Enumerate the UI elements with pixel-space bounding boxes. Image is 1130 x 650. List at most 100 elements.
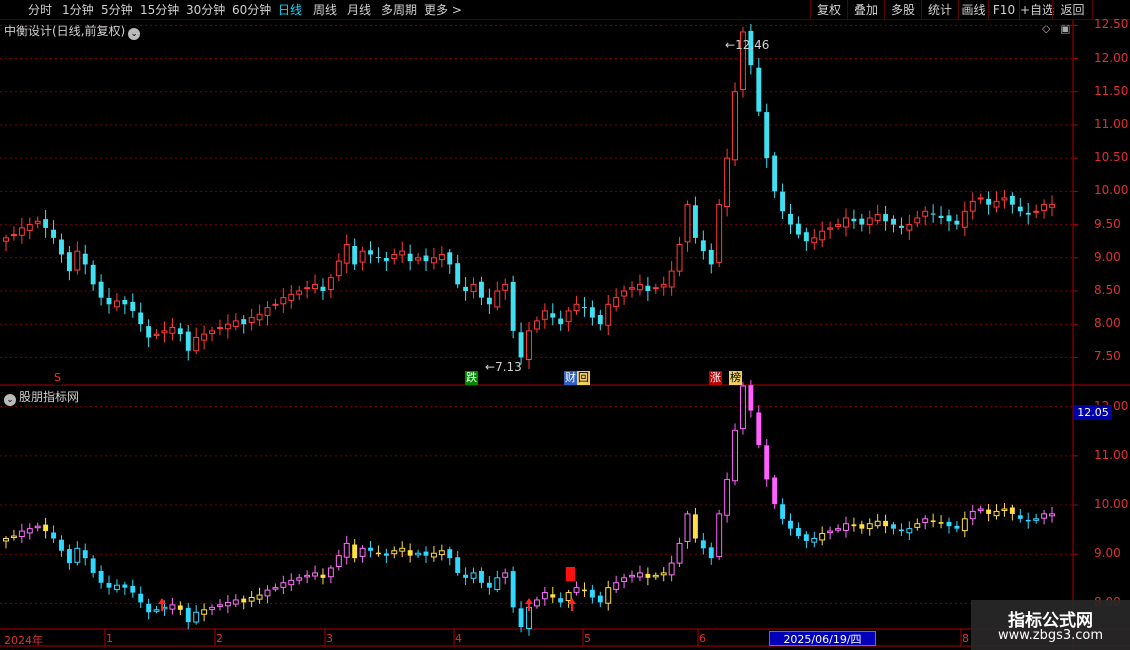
indicator-body — [463, 574, 469, 578]
indicator-body — [961, 518, 968, 532]
indicator-body — [883, 520, 889, 527]
candle-body — [859, 218, 865, 225]
candle-body — [660, 283, 667, 288]
indicator-body — [969, 510, 976, 520]
indicator-body — [565, 592, 572, 602]
indicator-body — [256, 594, 263, 600]
event-badge-fall[interactable]: 跌 — [465, 371, 478, 385]
candle-body — [986, 198, 992, 205]
main-y-tick-label: 11.50 — [1094, 83, 1129, 98]
candle-body — [629, 287, 635, 290]
indicator-body — [296, 577, 303, 581]
candle-body — [700, 240, 706, 252]
indicator-body — [930, 520, 936, 522]
event-badge-list[interactable]: 榜 — [729, 371, 742, 385]
candle-body — [232, 320, 239, 327]
indicator-body — [343, 542, 350, 558]
x-label-4: 4 — [455, 632, 462, 645]
candle-body — [66, 252, 72, 272]
candle-body — [502, 283, 509, 291]
watermark: 指标公式网 www.zbgs3.com — [971, 600, 1130, 650]
candle-body — [34, 220, 41, 224]
candle-body — [130, 301, 136, 311]
indicator-body — [312, 572, 319, 577]
candle-body — [352, 246, 358, 265]
indicator-body — [668, 562, 675, 576]
candle-body — [209, 330, 215, 335]
candle-body — [874, 214, 881, 222]
indicator-body — [486, 582, 492, 588]
indicator-body — [986, 509, 992, 514]
candle-body — [98, 281, 104, 298]
candle-body — [153, 333, 160, 336]
indicator-body — [732, 429, 738, 482]
candle-body — [455, 263, 461, 285]
indicator-body — [1041, 513, 1048, 519]
indicator-body — [391, 550, 398, 555]
x-label-5: 5 — [584, 632, 591, 645]
indicator-body — [700, 540, 706, 549]
candle-body — [74, 250, 81, 271]
event-badge-s[interactable]: S — [53, 371, 62, 385]
sub-y-tick-label: 10.00 — [1094, 497, 1129, 512]
candle-body — [819, 230, 826, 241]
indicator-body — [780, 504, 786, 519]
indicator-body — [177, 605, 183, 610]
candle-body — [954, 220, 960, 225]
chart-canvas[interactable] — [0, 0, 1130, 650]
candle-body — [1049, 204, 1055, 208]
candle-body — [780, 191, 786, 212]
indicator-body — [327, 567, 334, 578]
candle-body — [518, 332, 524, 358]
indicator-body — [613, 582, 620, 590]
indicator-body — [684, 513, 691, 542]
indicator-body — [843, 523, 849, 531]
candle-body — [185, 331, 191, 351]
candle-body — [1041, 204, 1048, 211]
main-y-tick-label: 8.50 — [1094, 283, 1121, 297]
candle-body — [1017, 206, 1023, 212]
event-badge-return[interactable]: 回 — [577, 371, 590, 385]
candle-body — [732, 91, 738, 161]
candle-body — [636, 283, 643, 291]
indicator-body — [470, 572, 477, 579]
candle-body — [708, 249, 714, 265]
indicator-body — [209, 606, 215, 610]
indicator-body — [185, 607, 191, 623]
indicator-body — [597, 595, 603, 603]
indicator-body — [652, 574, 659, 578]
candle-body — [248, 317, 255, 323]
event-badge-rise[interactable]: 涨 — [709, 371, 722, 385]
candle-body — [1025, 212, 1031, 215]
candle-body — [541, 310, 548, 320]
event-badge-finance[interactable]: 财 — [564, 371, 577, 385]
candle-body — [3, 237, 9, 242]
indicator-body — [43, 524, 49, 532]
indicator-body — [82, 550, 88, 559]
candle-body — [304, 287, 311, 290]
candle-body — [613, 297, 620, 308]
high-annotation: ←12.46 — [725, 38, 770, 52]
indicator-body — [993, 510, 1000, 517]
indicator-body — [216, 604, 223, 607]
indicator-body — [518, 608, 524, 628]
candle-body — [494, 290, 501, 308]
candle-body — [573, 303, 580, 312]
indicator-body — [3, 537, 9, 542]
main-candles — [3, 23, 1055, 370]
indicator-body — [232, 599, 239, 605]
indicator-body — [201, 609, 208, 615]
candle-body — [645, 285, 651, 292]
candle-body — [335, 260, 342, 277]
indicator-body — [764, 445, 770, 480]
candle-body — [668, 270, 675, 288]
candle-body — [59, 239, 64, 255]
indicator-body — [26, 528, 33, 534]
candle-body — [582, 306, 587, 308]
candle-body — [193, 337, 200, 352]
indicator-body — [891, 524, 896, 529]
indicator-body — [803, 534, 809, 541]
indicator-body — [455, 557, 461, 573]
indicator-body — [906, 528, 913, 534]
indicator-body — [415, 552, 422, 556]
